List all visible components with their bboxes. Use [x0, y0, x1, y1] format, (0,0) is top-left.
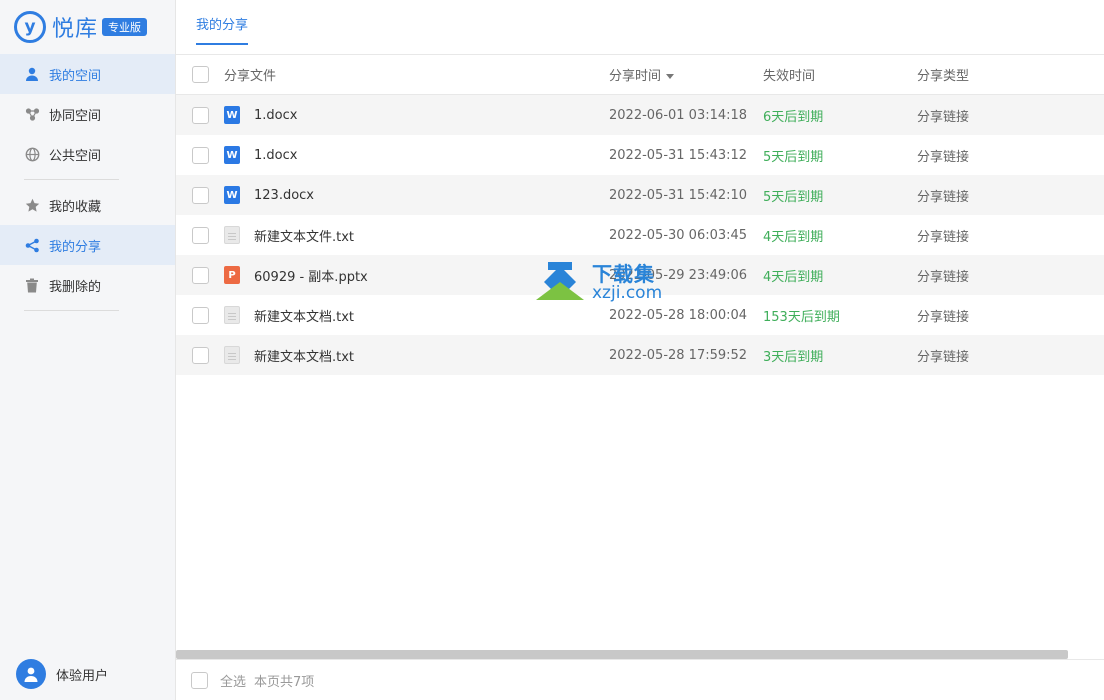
- share-time: 2022-05-28 18:00:04: [609, 307, 748, 323]
- sidebar-divider: [24, 179, 119, 180]
- text-file-icon: [224, 226, 240, 244]
- row-checkbox[interactable]: [191, 146, 209, 164]
- tab-my-shares[interactable]: 我的分享: [196, 14, 249, 45]
- user-name: 体验用户: [56, 668, 109, 684]
- table-header: 分享文件 分享时间 失效时间 分享类型: [176, 55, 1104, 95]
- sidebar-item-label: 我的分享: [49, 239, 102, 255]
- share-type: 分享链接: [917, 109, 970, 125]
- edition-badge: 专业版: [102, 18, 148, 36]
- share-type: 分享链接: [917, 269, 970, 285]
- sidebar-item-favorites[interactable]: 我的收藏: [0, 185, 175, 225]
- row-checkbox[interactable]: [191, 106, 209, 124]
- brand-name: 悦库: [52, 17, 99, 42]
- word-file-icon: W: [224, 106, 240, 124]
- file-name[interactable]: 新建文本文档.txt: [254, 306, 354, 325]
- select-all-checkbox[interactable]: [191, 671, 208, 689]
- current-user[interactable]: 体验用户: [16, 659, 108, 689]
- expiry-status: 5天后到期: [763, 149, 824, 165]
- column-header-share-time[interactable]: 分享时间: [609, 65, 763, 84]
- file-name[interactable]: 123.docx: [254, 188, 314, 203]
- table-row[interactable]: W 123.docx 2022-05-31 15:42:10 5天后到期 分享链接: [176, 175, 1104, 215]
- brand-logo-icon: y: [14, 11, 46, 43]
- brand: y 悦库 专业版: [14, 10, 148, 44]
- table-row[interactable]: 新建文本文档.txt 2022-05-28 18:00:04 153天后到期 分…: [176, 295, 1104, 335]
- column-header-file[interactable]: 分享文件: [224, 65, 609, 84]
- powerpoint-file-icon: P: [224, 266, 240, 284]
- expiry-status: 4天后到期: [763, 269, 824, 285]
- share-type: 分享链接: [917, 229, 970, 245]
- horizontal-scrollbar[interactable]: [176, 650, 1068, 659]
- sidebar-item-label: 我的空间: [49, 68, 102, 84]
- sidebar-item-my-space[interactable]: 我的空间: [0, 54, 175, 94]
- word-file-icon: W: [224, 186, 240, 204]
- expiry-status: 6天后到期: [763, 109, 824, 125]
- sidebar: y 悦库 专业版 我的空间 协同空间 公共空间 我的收藏 我的分享 我删除的 体…: [0, 0, 176, 700]
- star-icon: [24, 197, 40, 213]
- share-type: 分享链接: [917, 349, 970, 365]
- share-time: 2022-06-01 03:14:18: [609, 107, 748, 123]
- topbar: 我的分享: [176, 0, 1104, 55]
- app-window: y 悦库 专业版 我的空间 协同空间 公共空间 我的收藏 我的分享 我删除的 体…: [0, 0, 1104, 700]
- share-icon: [24, 237, 40, 253]
- table-row[interactable]: 新建文本文档.txt 2022-05-28 17:59:52 3天后到期 分享链…: [176, 335, 1104, 375]
- file-name[interactable]: 1.docx: [254, 108, 297, 123]
- share-type: 分享链接: [917, 149, 970, 165]
- file-name[interactable]: 60929 - 副本.pptx: [254, 266, 368, 285]
- text-file-icon: [224, 346, 240, 364]
- column-header-type[interactable]: 分享类型: [917, 65, 1067, 84]
- main-panel: 我的分享 分享文件 分享时间 失效时间 分享类型 W 1.docx 2022-06…: [176, 0, 1104, 700]
- sidebar-divider: [24, 310, 119, 311]
- row-checkbox[interactable]: [191, 226, 209, 244]
- trash-icon: [24, 277, 40, 293]
- text-file-icon: [224, 306, 240, 324]
- sidebar-item-collab-space[interactable]: 协同空间: [0, 94, 175, 134]
- sidebar-item-label: 公共空间: [49, 148, 102, 164]
- share-time: 2022-05-29 23:49:06: [609, 267, 748, 283]
- share-table-body: W 1.docx 2022-06-01 03:14:18 6天后到期 分享链接 W…: [176, 95, 1104, 375]
- share-time: 2022-05-31 15:43:12: [609, 147, 748, 163]
- select-all-header-checkbox[interactable]: [191, 66, 209, 83]
- row-checkbox[interactable]: [191, 346, 209, 364]
- table-row[interactable]: P 60929 - 副本.pptx 2022-05-29 23:49:06 4天后…: [176, 255, 1104, 295]
- expiry-status: 4天后到期: [763, 229, 824, 245]
- sidebar-item-label: 我删除的: [49, 279, 102, 295]
- column-header-label: 分享时间: [609, 69, 662, 84]
- table-row[interactable]: 新建文本文件.txt 2022-05-30 06:03:45 4天后到期 分享链…: [176, 215, 1104, 255]
- row-checkbox[interactable]: [191, 306, 209, 324]
- item-count: 本页共7项: [254, 674, 315, 690]
- select-all-label[interactable]: 全选: [220, 671, 246, 690]
- column-header-expiry[interactable]: 失效时间: [763, 65, 917, 84]
- user-icon: [24, 66, 40, 82]
- sidebar-item-my-shares[interactable]: 我的分享: [0, 225, 175, 265]
- footer-bar: 全选 本页共7项: [176, 659, 1104, 700]
- row-checkbox[interactable]: [191, 186, 209, 204]
- file-name[interactable]: 新建文本文件.txt: [254, 226, 354, 245]
- expiry-status: 5天后到期: [763, 189, 824, 205]
- user-avatar-icon: [16, 659, 46, 689]
- table-row[interactable]: W 1.docx 2022-06-01 03:14:18 6天后到期 分享链接: [176, 95, 1104, 135]
- share-time: 2022-05-30 06:03:45: [609, 227, 748, 243]
- collaborate-icon: [24, 106, 40, 122]
- word-file-icon: W: [224, 146, 240, 164]
- sidebar-item-public-space[interactable]: 公共空间: [0, 134, 175, 174]
- share-type: 分享链接: [917, 309, 970, 325]
- file-name[interactable]: 新建文本文档.txt: [254, 346, 354, 365]
- share-time: 2022-05-28 17:59:52: [609, 347, 748, 363]
- globe-icon: [24, 146, 40, 162]
- sidebar-item-label: 协同空间: [49, 108, 102, 124]
- row-checkbox[interactable]: [191, 266, 209, 284]
- sidebar-nav: 我的空间 协同空间 公共空间 我的收藏 我的分享 我删除的: [0, 54, 175, 316]
- expiry-status: 3天后到期: [763, 349, 824, 365]
- sidebar-item-deleted[interactable]: 我删除的: [0, 265, 175, 305]
- expiry-status: 153天后到期: [763, 309, 840, 325]
- file-name[interactable]: 1.docx: [254, 148, 297, 163]
- share-time: 2022-05-31 15:42:10: [609, 187, 748, 203]
- sidebar-item-label: 我的收藏: [49, 199, 102, 215]
- sort-desc-icon: [666, 74, 675, 79]
- share-type: 分享链接: [917, 189, 970, 205]
- table-row[interactable]: W 1.docx 2022-05-31 15:43:12 5天后到期 分享链接: [176, 135, 1104, 175]
